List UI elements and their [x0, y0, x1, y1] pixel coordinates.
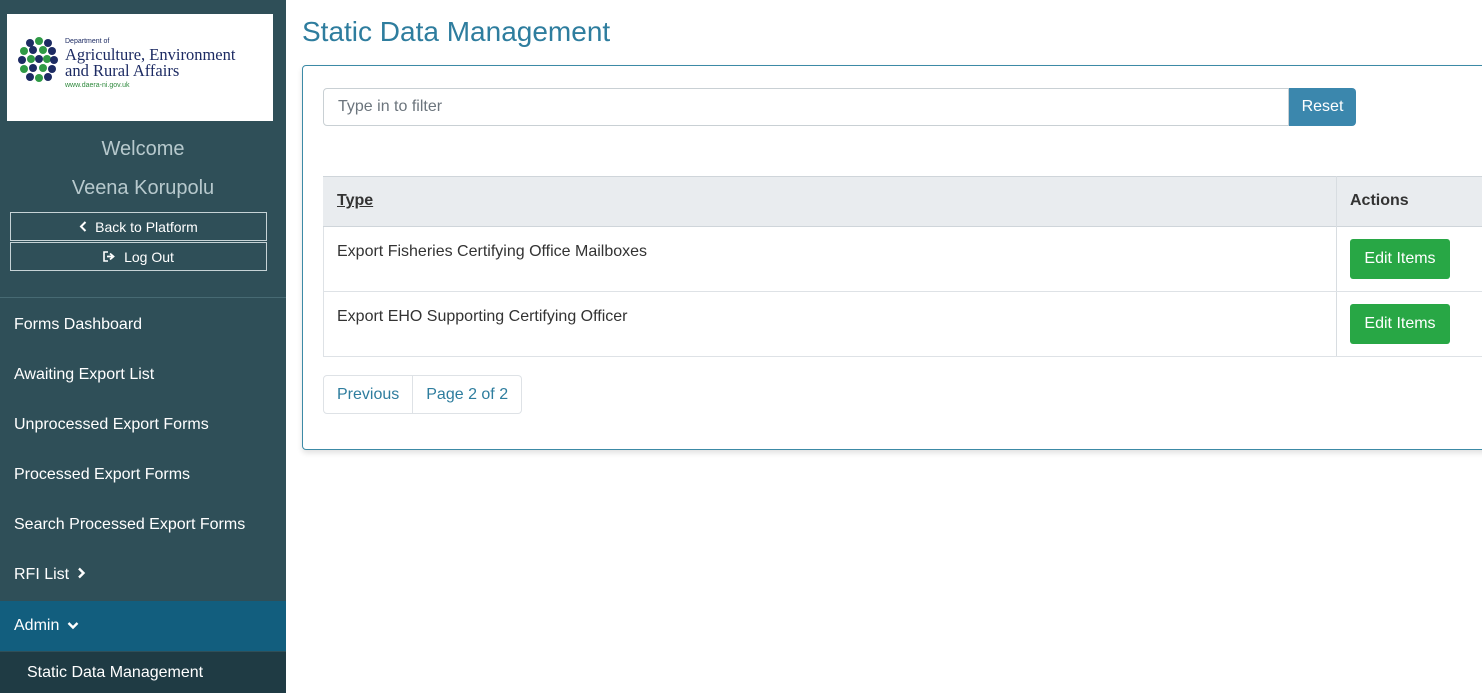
table-row: Export EHO Supporting Certifying Officer…: [323, 292, 1482, 357]
sidebar-item-rfi-list[interactable]: RFI List: [0, 550, 286, 600]
logo-title-line2: and Rural Affairs: [65, 61, 180, 80]
sidebar-item-label: Forms Dashboard: [14, 316, 143, 333]
chevron-down-icon: [67, 617, 79, 635]
chevron-right-icon: [77, 566, 86, 584]
edit-items-button[interactable]: Edit Items: [1350, 239, 1450, 279]
sidebar-item-unprocessed-export-forms[interactable]: Unprocessed Export Forms: [0, 400, 286, 450]
pagination: Previous Page 2 of 2: [323, 375, 523, 414]
sidebar-item-processed-export-forms[interactable]: Processed Export Forms: [0, 450, 286, 500]
sidebar-item-label: Awaiting Export List: [14, 366, 155, 383]
logo-dept-label: Department of: [65, 38, 110, 45]
page-title: Static Data Management: [302, 16, 611, 47]
sidebar-item-label: Unprocessed Export Forms: [14, 416, 209, 433]
chevron-left-icon: [79, 219, 87, 235]
filter-input[interactable]: [323, 88, 1289, 126]
sidebar-item-label: Processed Export Forms: [14, 466, 191, 483]
sidebar-item-awaiting-export-list[interactable]: Awaiting Export List: [0, 350, 286, 400]
log-out-label: Log Out: [124, 248, 174, 265]
column-header-type[interactable]: Type: [337, 192, 373, 210]
column-header-actions: Actions: [1350, 192, 1409, 209]
daera-logo[interactable]: Department of Agriculture, Environment a…: [7, 14, 273, 121]
sidebar-item-search-processed-export-forms[interactable]: Search Processed Export Forms: [0, 500, 286, 550]
sidebar-item-forms-dashboard[interactable]: Forms Dashboard: [0, 300, 286, 350]
sidebar-item-label: RFI List: [14, 566, 70, 583]
sidebar: Department of Agriculture, Environment a…: [0, 0, 286, 693]
previous-page-button[interactable]: Previous: [323, 375, 414, 414]
back-to-platform-button[interactable]: Back to Platform: [10, 212, 267, 241]
logo-title: Agriculture, Environment and Rural Affai…: [65, 46, 235, 80]
table-header-row: Type Actions: [323, 176, 1482, 227]
sidebar-subitem-static-data-management[interactable]: Static Data Management: [0, 652, 286, 693]
hexagon-logo-icon: [18, 37, 58, 82]
sidebar-divider: [0, 297, 286, 298]
user-name: Veena Korupolu: [71, 177, 215, 199]
sidebar-item-admin[interactable]: Admin: [0, 601, 286, 651]
sidebar-item-label: Admin: [14, 617, 60, 634]
sign-out-icon: [103, 249, 116, 265]
back-to-platform-label: Back to Platform: [95, 218, 198, 235]
welcome-text: Welcome: [101, 138, 185, 160]
sidebar-item-label: Search Processed Export Forms: [14, 516, 246, 533]
table-cell-type: Export EHO Supporting Certifying Officer: [337, 308, 628, 325]
logo-url: www.daera-ni.gov.uk: [65, 82, 130, 89]
edit-items-button[interactable]: Edit Items: [1350, 304, 1450, 344]
page-indicator: Page 2 of 2: [413, 375, 523, 414]
reset-button[interactable]: Reset: [1289, 88, 1356, 126]
table-cell-type: Export Fisheries Certifying Office Mailb…: [337, 243, 648, 260]
log-out-button[interactable]: Log Out: [10, 242, 267, 271]
sidebar-subitem-label: Static Data Management: [27, 663, 204, 681]
table-row: Export Fisheries Certifying Office Mailb…: [323, 227, 1482, 292]
